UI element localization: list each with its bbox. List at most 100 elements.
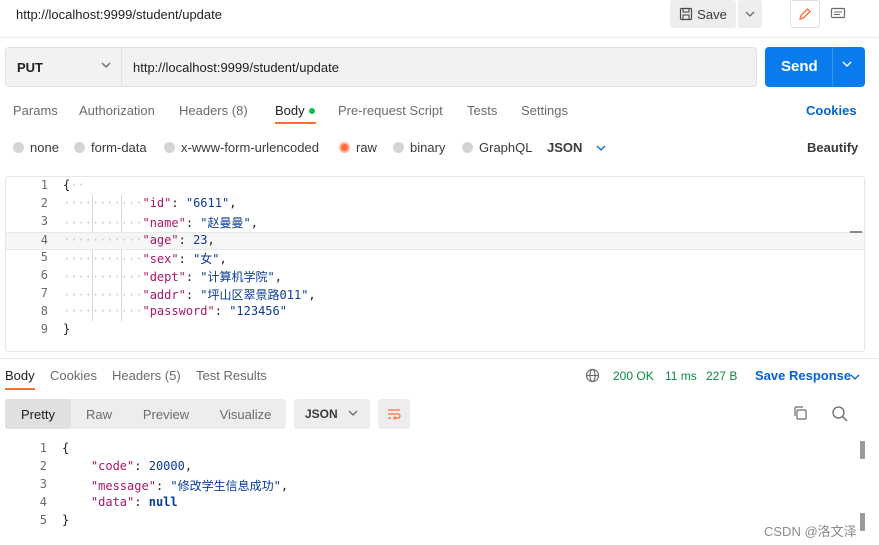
tab-headers[interactable]: Headers (8) [179, 103, 248, 118]
view-pretty-button[interactable]: Pretty [5, 399, 71, 429]
json-value: "修改学生信息成功" [170, 479, 281, 493]
wrap-lines-icon [386, 407, 402, 421]
radio-circle [164, 142, 175, 153]
radio-graphql[interactable]: GraphQL [462, 140, 532, 155]
line-number: 3 [39, 477, 47, 491]
comma: , [219, 252, 227, 266]
wrap-lines-button[interactable] [378, 399, 410, 429]
save-button[interactable]: Save [670, 0, 736, 28]
beautify-link[interactable]: Beautify [807, 140, 858, 155]
tab-body[interactable]: Body [275, 103, 315, 118]
chevron-down-icon [745, 11, 755, 17]
json-value: 23 [193, 233, 208, 247]
tab-headers-label: Headers [179, 103, 229, 118]
json-key: "id" [142, 196, 172, 210]
url-input[interactable]: http://localhost:9999/student/update [133, 60, 339, 75]
send-button[interactable]: Send [765, 47, 865, 87]
body-type-selector: none form-data x-www-form-urlencoded raw… [0, 136, 879, 158]
response-format-label: JSON [305, 407, 338, 421]
json-key: "age" [142, 233, 179, 247]
active-tab-underline [5, 388, 35, 390]
request-title[interactable]: http://localhost:9999/student/update [16, 7, 222, 22]
response-tab-body[interactable]: Body [5, 368, 35, 383]
json-value: "123456" [229, 304, 287, 318]
code-text: ···········"password": "123456" [63, 304, 287, 318]
code-line-active: 4 ···········"age": 23, [6, 232, 864, 250]
tab-prerequest-script[interactable]: Pre-request Script [338, 103, 443, 118]
line-number: 2 [39, 459, 47, 473]
cookies-link[interactable]: Cookies [806, 103, 857, 118]
code-text: ···········"dept": "计算机学院", [63, 270, 282, 284]
radio-form-data[interactable]: form-data [74, 140, 147, 155]
response-tab-test-results[interactable]: Test Results [196, 368, 267, 383]
code-line: 9 } [6, 322, 864, 340]
tab-authorization[interactable]: Authorization [79, 103, 155, 118]
line-number: 4 [40, 233, 48, 247]
save-options-button[interactable] [738, 0, 762, 28]
radio-none[interactable]: none [13, 140, 59, 155]
view-preview-button[interactable]: Preview [127, 399, 205, 429]
line-number: 1 [40, 178, 48, 192]
tab-body-label: Body [275, 103, 305, 118]
code-line: 5 } [5, 513, 863, 531]
radio-raw[interactable]: raw [339, 140, 377, 155]
tab-settings[interactable]: Settings [521, 103, 568, 118]
response-tab-cookies[interactable]: Cookies [50, 368, 97, 383]
json-value: "6611" [185, 196, 230, 210]
response-status[interactable]: 200 OK [613, 369, 654, 383]
response-size[interactable]: 227 B [706, 369, 737, 383]
tab-tests[interactable]: Tests [467, 103, 497, 118]
response-time[interactable]: 11 ms [665, 369, 697, 383]
pane-divider[interactable] [0, 358, 879, 359]
open-brace: { [62, 441, 70, 455]
comma: , [280, 479, 289, 493]
code-text: { [62, 441, 69, 455]
search-icon[interactable] [831, 405, 849, 423]
line-number: 6 [40, 268, 48, 282]
code-line: 4 "data": null [5, 495, 863, 513]
code-line: 5 ···········"sex": "女", [6, 250, 864, 268]
comma: , [229, 196, 237, 210]
json-value: 20000 [148, 459, 185, 473]
radio-raw-label: raw [356, 140, 377, 155]
chevron-down-icon[interactable] [850, 374, 860, 380]
json-key: "password" [142, 304, 215, 318]
request-body-editor[interactable]: 1 {·· 2 ···········"id": "6611", 3 ·····… [5, 176, 865, 352]
radio-binary-label: binary [410, 140, 446, 155]
json-value: "女" [193, 252, 220, 266]
save-response-button[interactable]: Save Response [755, 368, 851, 383]
comma: , [207, 233, 215, 247]
response-format-select[interactable]: JSON [294, 399, 370, 429]
active-tab-underline [275, 122, 316, 124]
radio-urlencoded[interactable]: x-www-form-urlencoded [164, 140, 319, 155]
json-key: "addr" [142, 288, 186, 302]
body-format-select[interactable]: JSON [547, 140, 606, 155]
radio-none-label: none [30, 140, 59, 155]
code-line: 3 "message": "修改学生信息成功", [5, 477, 863, 495]
response-tab-headers[interactable]: Headers (5) [112, 368, 181, 383]
chevron-down-icon[interactable] [842, 61, 852, 67]
scrollbar-thumb[interactable] [860, 513, 865, 531]
globe-icon[interactable] [585, 368, 600, 383]
watermark: CSDN @洛文泽 [764, 524, 857, 539]
copy-icon[interactable] [792, 405, 808, 421]
radio-binary[interactable]: binary [393, 140, 445, 155]
radio-graphql-label: GraphQL [479, 140, 533, 155]
comma: , [250, 216, 258, 230]
response-tab-headers-count: (5) [164, 368, 181, 383]
view-raw-button[interactable]: Raw [71, 399, 127, 429]
json-value: null [148, 495, 178, 509]
view-visualize-button[interactable]: Visualize [205, 399, 286, 429]
line-number: 4 [39, 495, 47, 509]
radio-urlencoded-label: x-www-form-urlencoded [181, 140, 319, 155]
method-label: PUT [17, 59, 43, 75]
method-select[interactable]: PUT [6, 48, 122, 86]
scrollbar-thumb[interactable] [860, 441, 865, 459]
code-text: "data": null [90, 495, 178, 509]
request-tabs: Params Authorization Headers (8) Body Pr… [0, 96, 879, 126]
line-number: 7 [40, 286, 48, 300]
response-body-viewer[interactable]: 1 { 2 "code": 20000, 3 "message": "修改学生信… [5, 441, 865, 545]
comments-button[interactable] [822, 0, 854, 28]
edit-documentation-button[interactable] [790, 0, 820, 28]
tab-params[interactable]: Params [13, 103, 58, 118]
